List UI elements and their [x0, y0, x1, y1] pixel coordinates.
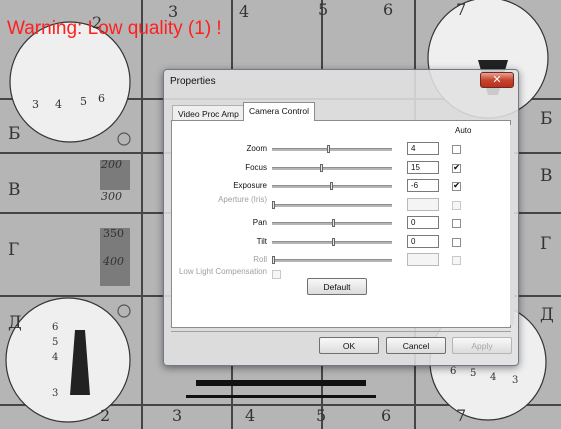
chart-label: 3	[52, 388, 59, 399]
chart-label: В	[540, 166, 553, 186]
ok-button[interactable]: OK	[319, 337, 379, 354]
chart-label: 400	[103, 255, 124, 268]
value-field[interactable]	[407, 253, 439, 266]
chart-label: 6	[98, 92, 105, 105]
slider-thumb[interactable]	[272, 201, 275, 209]
chart-label: 300	[101, 190, 122, 203]
chart-label: Г	[8, 240, 20, 260]
value-field[interactable]: -6	[407, 179, 439, 192]
chart-label: Д	[540, 305, 554, 325]
separator	[171, 331, 511, 332]
chart-label: 6	[450, 366, 457, 377]
tab-video-proc-amp[interactable]: Video Proc Amp	[172, 105, 245, 120]
chart-label: 3	[512, 375, 519, 386]
slider-thumb[interactable]	[327, 145, 330, 153]
value-field[interactable]: 0	[407, 216, 439, 229]
chart-label: 3	[172, 406, 183, 425]
quality-warning: Warning: Low quality (1) !	[7, 18, 222, 39]
chart-label: 5	[318, 0, 329, 19]
chart-label: 7	[456, 406, 467, 425]
close-x-icon: ✕	[492, 73, 502, 86]
auto-column-header: Auto	[455, 126, 472, 135]
chart-label: 6	[383, 0, 394, 19]
chart-label: Б	[8, 124, 21, 144]
value-field[interactable]: 15	[407, 161, 439, 174]
chart-label: Б	[540, 109, 553, 129]
slider-thumb[interactable]	[320, 164, 323, 172]
chart-label: 7	[456, 0, 467, 19]
chart-label: 5	[316, 406, 327, 425]
slider-thumb[interactable]	[332, 238, 335, 246]
control-label: Tilt	[256, 237, 267, 246]
slider-track[interactable]	[272, 204, 392, 207]
properties-dialog: Properties ✕ Video Proc Amp Camera Contr…	[163, 69, 519, 366]
control-label: Roll	[253, 255, 267, 264]
slider-track[interactable]	[272, 148, 392, 151]
chart-label: 5	[52, 337, 59, 348]
chart-label: 4	[55, 98, 62, 111]
dialog-title: Properties	[170, 76, 216, 87]
auto-checkbox[interactable]: ✔	[452, 182, 461, 191]
chart-label: 5	[470, 368, 477, 379]
slider-track[interactable]	[272, 167, 392, 170]
auto-checkbox[interactable]	[452, 145, 461, 154]
low-light-label: Low Light Compensation	[178, 267, 267, 276]
low-light-checkbox[interactable]	[272, 270, 281, 279]
slider-thumb[interactable]	[332, 219, 335, 227]
slider-thumb[interactable]	[272, 256, 275, 264]
slider-track[interactable]	[272, 259, 392, 262]
control-label: Exposure	[233, 181, 267, 190]
chart-label: Д	[8, 313, 22, 333]
panel-edge	[510, 125, 514, 325]
value-field[interactable]	[407, 198, 439, 211]
auto-checkbox[interactable]	[452, 238, 461, 247]
chart-label: В	[8, 180, 21, 200]
value-field[interactable]: 0	[407, 235, 439, 248]
chart-label: 6	[52, 322, 59, 333]
slider-thumb[interactable]	[330, 182, 333, 190]
value-field[interactable]: 4	[407, 142, 439, 155]
chart-label: 3	[32, 98, 39, 111]
auto-checkbox[interactable]	[452, 219, 461, 228]
chart-label: 350	[103, 227, 124, 240]
chart-label: 2	[100, 406, 111, 425]
chart-label: 5	[80, 95, 87, 108]
chart-label: 4	[52, 352, 59, 363]
chart-label: 4	[239, 2, 250, 21]
tab-camera-control[interactable]: Camera Control	[243, 102, 315, 121]
default-button[interactable]: Default	[307, 278, 367, 295]
apply-button[interactable]: Apply	[452, 337, 512, 354]
control-label: Zoom	[246, 144, 267, 153]
control-label: Aperture (Iris)	[218, 195, 267, 204]
chart-label: 4	[490, 372, 497, 383]
auto-checkbox[interactable]: ✔	[452, 164, 461, 173]
close-button[interactable]: ✕	[480, 72, 514, 88]
control-label: Focus	[245, 163, 267, 172]
chart-label: 4	[245, 406, 256, 425]
auto-checkbox[interactable]	[452, 201, 461, 210]
control-label: Pan	[252, 218, 267, 227]
chart-label: 6	[381, 406, 392, 425]
cancel-button[interactable]: Cancel	[386, 337, 446, 354]
chart-label: 200	[101, 158, 122, 171]
auto-checkbox[interactable]	[452, 256, 461, 265]
chart-label: Г	[540, 234, 552, 254]
